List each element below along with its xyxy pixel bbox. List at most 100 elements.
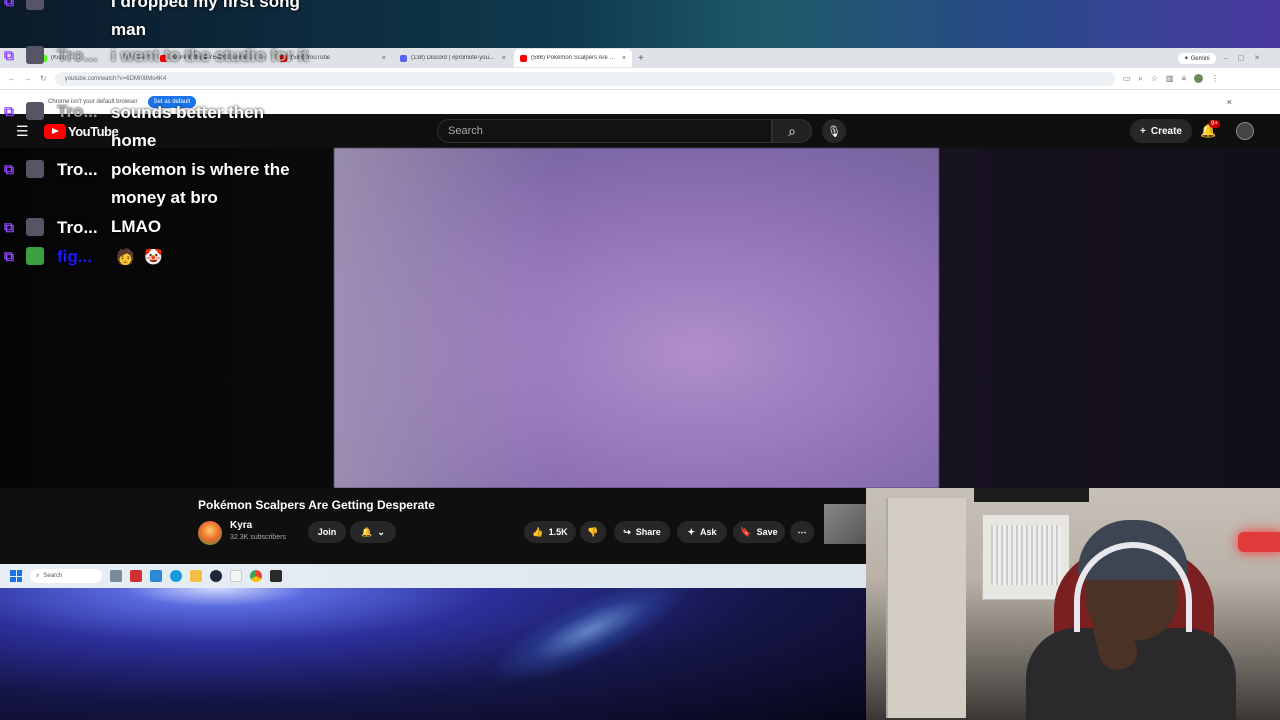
chat-message-text: pokemon is where the money at bro [111,160,290,207]
steam-icon[interactable] [210,570,222,582]
sidebar-icon[interactable]: ▥ [1166,74,1174,83]
chat-username: Tro... [57,218,98,237]
subscribe-bell-button[interactable]: 🔔 ⌄ [350,521,396,543]
person-emoji-icon: 🧑 [116,249,135,266]
sparkle-icon: ✦ [687,526,696,537]
video-player[interactable] [334,148,939,488]
edge-icon[interactable] [170,570,182,582]
bookmark-icon: 🔖 [740,526,752,537]
dislike-button[interactable]: 👎 [580,521,606,543]
user-badge-icon [26,46,44,64]
chat-message: ⧉ [4,218,44,236]
twitch-icon: ⧉ [4,219,14,235]
app-icon-dark[interactable] [270,570,282,582]
chat-username: fig... [57,247,92,266]
chat-message-text: I dropped my first song man [111,0,300,39]
save-label: Save [756,527,778,537]
channel-avatar[interactable] [198,521,222,545]
mic-icon: 🎙 [827,125,841,138]
share-button[interactable]: ↪ Share [614,521,670,543]
chat-message: ⧉ [4,0,44,10]
more-actions-button[interactable]: ⋯ [790,521,814,543]
space-background-bottom [0,588,866,720]
chat-username: Tro... [57,160,98,179]
cast-icon[interactable]: ▭ [1123,74,1131,83]
webcam-frame [974,488,1089,502]
close-icon[interactable]: × [1227,97,1232,107]
thumbs-down-icon: 👎 [587,526,599,537]
webcam-feed [866,488,1280,720]
bell-icon: 🔔 [361,526,373,537]
join-label: Join [317,527,337,537]
chat-message: ⧉ [4,46,44,64]
chat-message: ⧉ [4,102,44,120]
chat-username: Tro... [57,46,98,65]
tab-pokemon-scalpers[interactable]: (586) Pokémon Scalpers Are Ge... × [514,49,632,67]
app-icon-red[interactable] [130,570,142,582]
search-button[interactable]: ⌕ [772,119,812,143]
zoom-icon[interactable]: ⌕ [1138,74,1142,84]
tab-discord[interactable]: (138) Discord | #promote-you... × [394,49,512,67]
like-count: 1.5K [548,527,568,537]
twitch-icon: ⧉ [4,47,14,63]
notification-badge: 9+ [1209,120,1220,128]
search-input[interactable]: Search [437,119,772,143]
file-explorer-icon[interactable] [190,570,202,582]
user-badge-icon [26,218,44,236]
create-button[interactable]: + Create [1130,119,1192,143]
close-icon[interactable]: × [382,55,386,62]
menu-icon[interactable]: ⋮ [1211,74,1219,83]
verified-badge-icon [26,247,44,265]
user-badge-icon [26,160,44,178]
tab-title: (138) Discord | #promote-you... [411,55,494,61]
chat-message: ⧉ [4,160,44,178]
twitch-icon: ⧉ [4,103,14,119]
search-icon: ⌕ [36,572,40,579]
user-badge-icon [26,102,44,120]
twitch-icon: ⧉ [4,161,14,177]
taskbar-search-label: Search [43,573,63,579]
account-avatar[interactable] [1236,122,1254,140]
gemini-button[interactable]: ✦ Gemini [1177,52,1216,64]
task-view-icon[interactable] [110,570,122,582]
thumbs-up-icon: 👍 [532,526,544,537]
window-controls[interactable]: –▢✕ [1224,54,1270,62]
new-tab-button[interactable]: + [638,53,644,64]
app-icon-blue[interactable] [150,570,162,582]
webcam-door [886,498,966,718]
youtube-icon [520,54,527,62]
close-icon[interactable]: × [622,55,626,62]
more-horizontal-icon: ⋯ [797,526,807,537]
notepad-icon[interactable] [230,570,242,582]
chat-message-text: sounds better then home [111,103,265,150]
chrome-icon[interactable] [250,570,262,582]
like-button[interactable]: 👍 1.5K [524,521,576,543]
share-icon: ↪ [623,526,631,537]
join-button[interactable]: Join [308,521,346,543]
chat-message-text: LMAO [111,217,162,236]
voice-search-button[interactable]: 🎙 [822,119,846,143]
clown-emoji-icon: 🤡 [144,249,163,266]
windows-taskbar: ⌕ Search [0,564,866,588]
bookmark-star-icon[interactable]: ☆ [1151,74,1158,83]
tab-title: (586) Pokémon Scalpers Are Ge... [531,55,618,61]
profile-avatar[interactable] [1194,74,1204,83]
stream-chat-overlay: ⧉ I dropped my first song man ⧉ Tro... i… [0,0,330,300]
ask-label: Ask [700,527,717,537]
discord-icon [400,54,407,62]
twitch-icon: ⧉ [4,0,14,9]
channel-name[interactable]: Kyra [230,520,252,531]
taskbar-search[interactable]: ⌕ Search [30,569,102,583]
share-label: Share [635,527,661,537]
save-button[interactable]: 🔖 Save [733,521,785,543]
twitch-icon: ⧉ [4,248,14,264]
related-video-thumbnail[interactable] [824,504,866,544]
chat-message-text: i went to the studio for it [111,46,309,65]
subscriber-count: 32.3K subscribers [230,534,287,541]
windows-start-icon[interactable] [10,570,22,582]
chevron-down-icon: ⌄ [377,526,385,537]
chat-message: ⧉ [4,247,44,265]
close-icon[interactable]: × [502,55,506,62]
extensions-icon[interactable]: ≡ [1181,74,1186,83]
ask-button[interactable]: ✦ Ask [677,521,727,543]
